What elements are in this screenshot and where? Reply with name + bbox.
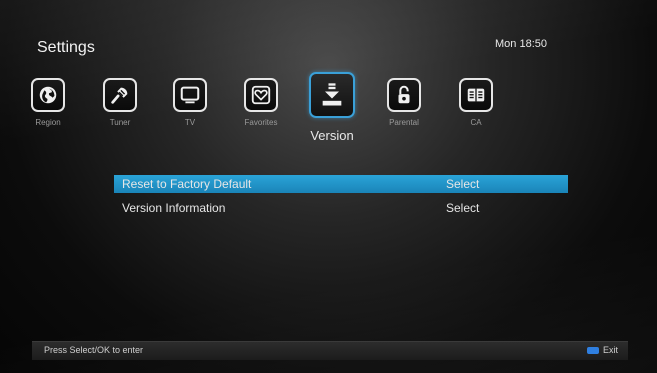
settings-menu-bar: Region Tuner TV Favorites Version Parent… <box>18 72 638 152</box>
exit-label: Exit <box>602 345 618 355</box>
footer-hint: Press Select/OK to enter <box>44 345 144 355</box>
version-icon-box <box>309 72 355 118</box>
footer-bar: Press Select/OK to enter Exit <box>32 341 628 360</box>
tuner-icon-box <box>103 78 137 112</box>
menu-label-region: Region <box>35 118 61 127</box>
globe-icon <box>39 86 57 104</box>
menu-label-ca: CA <box>470 118 482 127</box>
menu-label-tuner: Tuner <box>109 118 131 127</box>
list-item-action: Select <box>446 177 480 191</box>
tv-icon <box>180 86 200 104</box>
list-item-label: Version Information <box>122 201 226 215</box>
list-item-reset-factory-default[interactable]: Reset to Factory Default Select <box>114 175 568 193</box>
menu-label-parental: Parental <box>389 118 419 127</box>
menu-item-favorites[interactable]: Favorites <box>231 72 291 127</box>
exit-button[interactable]: Exit <box>586 345 618 355</box>
menu-item-tv[interactable]: TV <box>160 72 220 127</box>
menu-label-tv: TV <box>184 118 196 127</box>
parental-icon-box <box>387 78 421 112</box>
page-title: Settings <box>37 39 95 56</box>
menu-item-version[interactable]: Version <box>302 72 362 143</box>
card-icon <box>467 88 485 102</box>
list-item-action: Select <box>446 201 480 215</box>
list-item-label: Reset to Factory Default <box>122 177 252 191</box>
menu-item-region[interactable]: Region <box>18 72 78 127</box>
clock: Mon 18:50 <box>495 38 547 50</box>
menu-label-version: Version <box>310 128 354 143</box>
blue-key-icon <box>586 346 599 354</box>
download-icon <box>322 83 342 106</box>
satellite-dish-icon <box>111 87 128 104</box>
tv-icon-box <box>173 78 207 112</box>
heart-icon <box>251 85 271 105</box>
menu-item-parental[interactable]: Parental <box>374 72 434 127</box>
lock-icon <box>398 85 410 104</box>
ca-icon-box <box>459 78 493 112</box>
menu-item-ca[interactable]: CA <box>446 72 506 127</box>
options-list: Reset to Factory Default Select Version … <box>114 175 568 223</box>
list-item-version-information[interactable]: Version Information Select <box>114 199 568 217</box>
region-icon-box <box>31 78 65 112</box>
menu-label-favorites: Favorites <box>244 118 278 127</box>
favorites-icon-box <box>244 78 278 112</box>
menu-item-tuner[interactable]: Tuner <box>90 72 150 127</box>
